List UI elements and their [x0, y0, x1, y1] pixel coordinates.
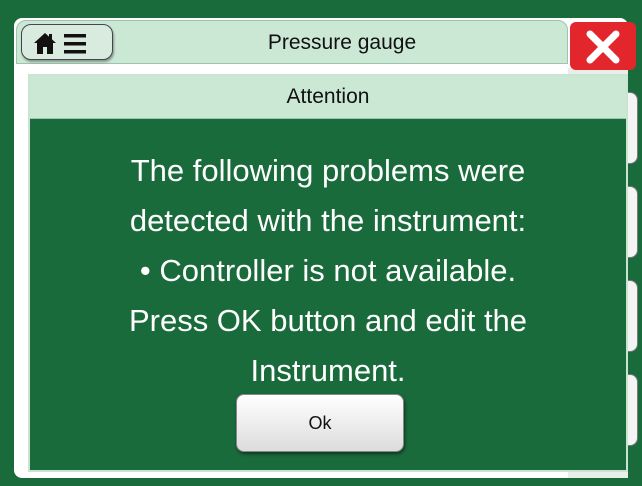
message-line: Press OK button and edit the [128, 303, 528, 338]
dialog-title: Attention [30, 76, 626, 119]
message-line: The following problems were [130, 153, 526, 188]
home-menu-button[interactable] [21, 24, 113, 60]
ok-button[interactable]: Ok [236, 394, 404, 452]
window-title: Pressure gauge [267, 31, 417, 54]
title-bar: Pressure gauge [16, 20, 568, 64]
device-screen: Pressure gauge Attention The following p… [0, 0, 642, 486]
close-icon [586, 30, 620, 64]
message-line: detected with the instrument: [129, 203, 527, 238]
message-line: • Controller is not available. [139, 253, 517, 288]
message-line: Instrument. [250, 353, 406, 388]
close-button[interactable] [570, 22, 636, 70]
hamburger-menu-icon [64, 34, 86, 54]
attention-dialog: Attention The following problems were de… [28, 74, 628, 472]
dialog-message: The following problems were detected wit… [30, 146, 626, 396]
